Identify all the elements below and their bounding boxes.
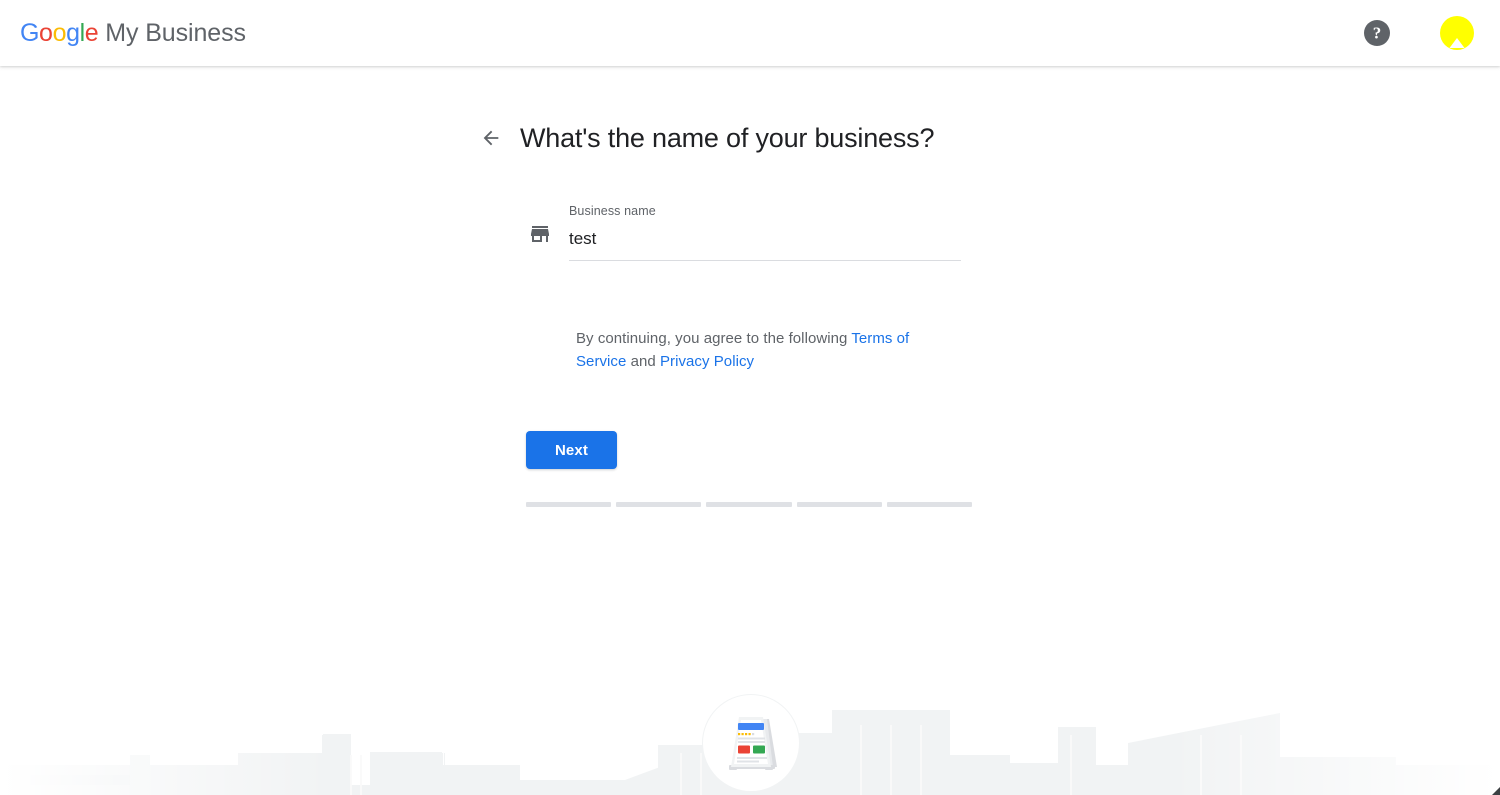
header-actions: ? [1364, 0, 1478, 66]
logo-letter-g2: g [66, 19, 80, 47]
legal-conjunction: and [626, 353, 660, 370]
help-question-icon[interactable]: ? [1364, 20, 1390, 46]
a-frame-sign-graphic [729, 717, 777, 770]
logo-letter-e: e [84, 19, 99, 47]
back-arrow-glyph [483, 130, 499, 146]
a-frame-sign-illustration [703, 695, 799, 791]
progress-segment-2 [616, 502, 702, 507]
brand-logo[interactable]: Google My Business [20, 18, 246, 48]
privacy-policy-link[interactable]: Privacy Policy [660, 353, 754, 370]
progress-segment-3 [706, 502, 792, 507]
business-name-field: Business name [569, 203, 961, 261]
help-glyph: ? [1372, 23, 1382, 42]
legal-text: By continuing, you agree to the followin… [576, 327, 948, 373]
business-name-input[interactable] [569, 227, 961, 261]
progress-segment-5 [886, 502, 973, 507]
onboarding-form: What's the name of your business? Busine… [478, 118, 998, 507]
progress-segment-4 [796, 502, 882, 507]
logo-letter-o1: o [39, 19, 53, 47]
business-name-label: Business name [569, 204, 656, 218]
product-name: My Business [105, 19, 246, 47]
page-title: What's the name of your business? [520, 123, 935, 153]
logo-letter-g1: G [20, 19, 40, 47]
app-header: Google My Business ? [0, 0, 1500, 66]
logo-letter-o2: o [52, 19, 67, 47]
next-button[interactable]: Next [526, 431, 617, 469]
progress-indicator [526, 502, 973, 507]
progress-segment-1 [526, 502, 612, 507]
scrollbar-corner-mark [1492, 787, 1500, 795]
legal-prefix: By continuing, you agree to the followin… [576, 330, 852, 347]
back-arrow-icon[interactable] [478, 125, 504, 151]
avatar[interactable] [1436, 12, 1478, 54]
storefront-icon [531, 226, 549, 242]
business-name-field-row: Business name [528, 203, 998, 261]
page-body: What's the name of your business? Busine… [0, 66, 1500, 795]
user-avatar-icon [1440, 16, 1474, 50]
google-wordmark: Google [20, 18, 99, 48]
title-row: What's the name of your business? [478, 118, 998, 158]
